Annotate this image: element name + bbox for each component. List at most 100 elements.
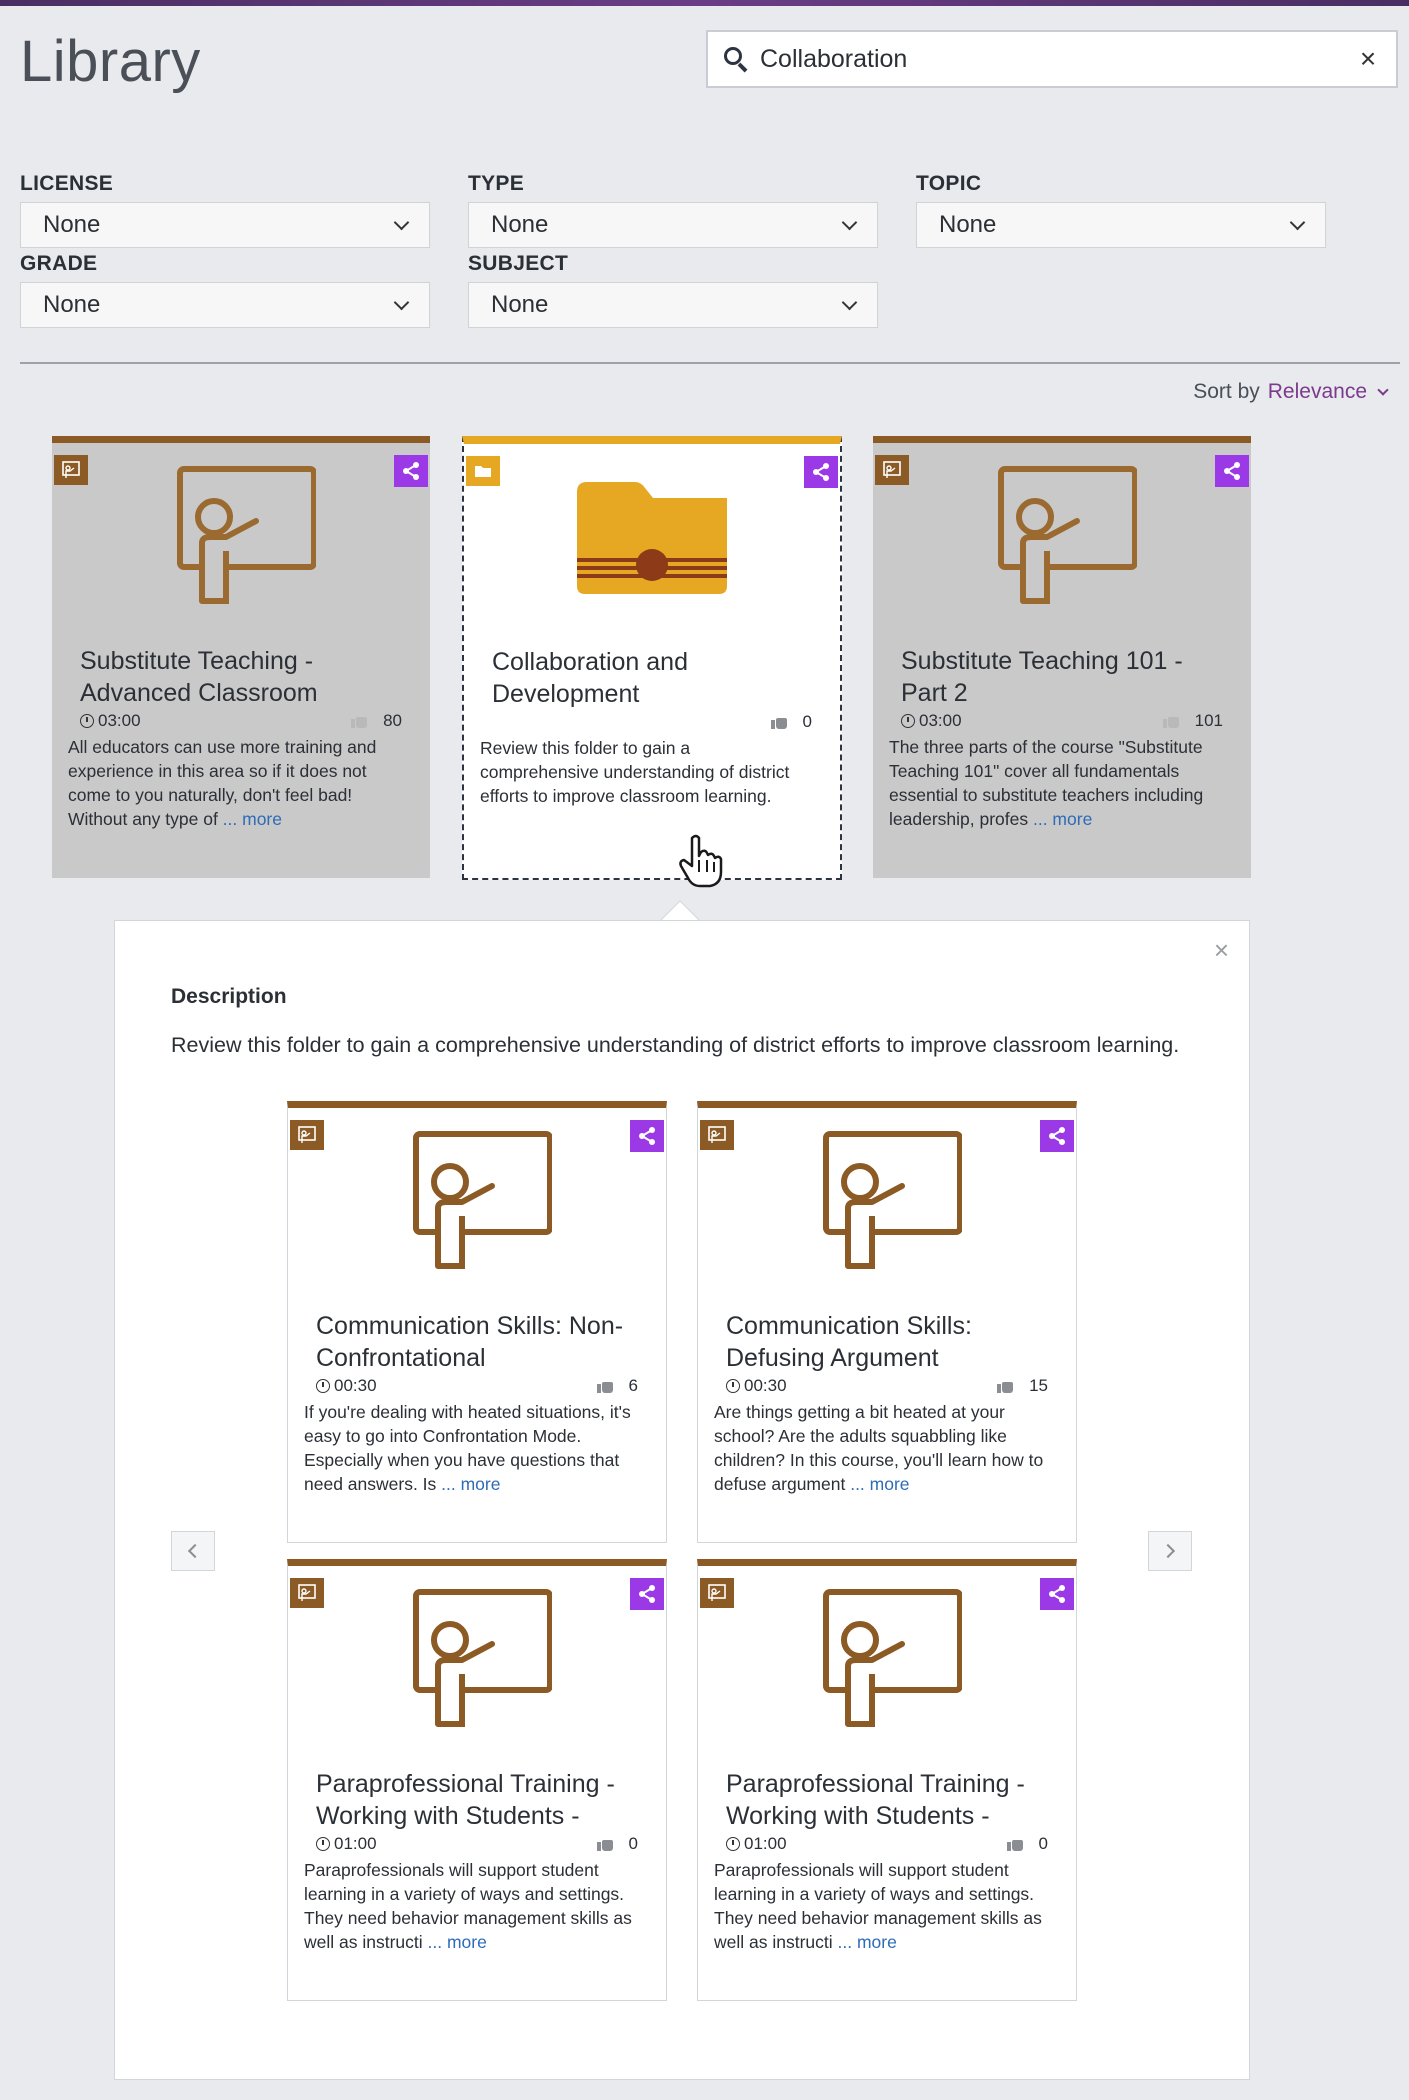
page-title: Library bbox=[20, 29, 201, 94]
folder-item-card[interactable]: Paraprofessional Training - Working with … bbox=[287, 1559, 667, 2001]
license-select[interactable]: None bbox=[20, 202, 430, 248]
likes: 0 bbox=[596, 1834, 638, 1854]
likes: 80 bbox=[351, 711, 402, 731]
result-card[interactable]: Substitute Teaching - Advanced Classroom … bbox=[52, 436, 430, 878]
desc-line: well as instructi ... more bbox=[304, 1930, 646, 1954]
carousel-next-button[interactable] bbox=[1148, 1531, 1192, 1571]
sort-value[interactable]: Relevance bbox=[1268, 380, 1367, 404]
title-line: Working with Students - bbox=[316, 1802, 580, 1830]
duration-value: 03:00 bbox=[98, 711, 141, 730]
desc-line: Paraprofessionals will support student bbox=[304, 1860, 599, 1880]
result-card-selected[interactable]: Collaboration and Development 0 Review th… bbox=[462, 436, 842, 880]
folder-item-card[interactable]: Communication Skills: Defusing Argument 0… bbox=[697, 1101, 1077, 1543]
desc-line: Without any type of ... more bbox=[68, 807, 410, 831]
chevron-down-icon bbox=[393, 294, 410, 310]
desc-line: essential to substitute teachers includi… bbox=[889, 785, 1204, 805]
type-select[interactable]: None bbox=[468, 202, 878, 248]
filter-subject: SUBJECT None bbox=[468, 252, 878, 328]
share-icon[interactable] bbox=[630, 1578, 664, 1610]
more-link[interactable]: ... more bbox=[838, 1932, 897, 1952]
duration-value: 01:00 bbox=[334, 1834, 377, 1853]
teacher-icon bbox=[823, 1131, 962, 1269]
desc-line: They need behavior management skills as bbox=[714, 1908, 1042, 1928]
desc-line: If you're dealing with heated situations… bbox=[304, 1402, 631, 1422]
top-accent-bar bbox=[0, 0, 1409, 6]
desc-line: Teaching 101" cover all fundamentals bbox=[889, 761, 1180, 781]
card-title: Communication Skills: Defusing Argument bbox=[726, 1310, 1048, 1374]
title-line: Part 2 bbox=[901, 679, 968, 707]
folder-type-icon bbox=[466, 456, 500, 486]
teacher-icon bbox=[823, 1589, 962, 1727]
likes: 15 bbox=[997, 1376, 1048, 1396]
desc-text: well as instructi bbox=[714, 1932, 838, 1952]
card-description: All educators can use more training and … bbox=[68, 735, 410, 831]
topic-select[interactable]: None bbox=[916, 202, 1326, 248]
duration-value: 01:00 bbox=[744, 1834, 787, 1853]
share-icon[interactable] bbox=[1040, 1120, 1074, 1152]
thumbs-up-icon[interactable] bbox=[997, 1379, 1014, 1393]
card-title: Substitute Teaching 101 - Part 2 bbox=[901, 645, 1223, 709]
filter-label: SUBJECT bbox=[468, 252, 569, 275]
share-icon[interactable] bbox=[1215, 455, 1249, 487]
result-card[interactable]: Substitute Teaching 101 - Part 2 03:00 10… bbox=[873, 436, 1251, 878]
folder-item-card[interactable]: Paraprofessional Training - Working with … bbox=[697, 1559, 1077, 2001]
more-link[interactable]: ... more bbox=[428, 1932, 487, 1952]
desc-line: need answers. Is ... more bbox=[304, 1472, 646, 1496]
title-line: Paraprofessional Training - bbox=[316, 1770, 615, 1798]
close-icon[interactable]: × bbox=[1214, 935, 1229, 966]
grade-select[interactable]: None bbox=[20, 282, 430, 328]
card-description: If you're dealing with heated situations… bbox=[304, 1400, 646, 1496]
likes-count: 0 bbox=[802, 712, 812, 731]
title-line: Communication Skills: bbox=[726, 1312, 972, 1340]
thumbs-up-icon[interactable] bbox=[1162, 714, 1179, 728]
more-link[interactable]: ... more bbox=[223, 809, 282, 829]
thumbs-up-icon[interactable] bbox=[351, 714, 368, 728]
thumbs-up-icon[interactable] bbox=[770, 715, 787, 729]
more-link[interactable]: ... more bbox=[850, 1474, 909, 1494]
likes-count: 101 bbox=[1194, 711, 1223, 730]
likes-count: 80 bbox=[383, 711, 402, 730]
filters: LICENSE None TYPE None TOPIC None GRADE … bbox=[20, 172, 1400, 332]
teacher-icon bbox=[177, 466, 316, 604]
desc-line: leadership, profes ... more bbox=[889, 807, 1231, 831]
divider bbox=[20, 362, 1400, 364]
folder-item-card[interactable]: Communication Skills: Non- Confrontationa… bbox=[287, 1101, 667, 1543]
desc-line: Are things getting a bit heated at your bbox=[714, 1402, 1005, 1422]
title-line: Collaboration and bbox=[492, 648, 688, 676]
share-icon[interactable] bbox=[394, 455, 428, 487]
sort-control[interactable]: Sort by Relevance bbox=[1193, 380, 1389, 404]
search-input[interactable] bbox=[760, 44, 1354, 74]
subject-select[interactable]: None bbox=[468, 282, 878, 328]
desc-line: Review this folder to gain a bbox=[480, 738, 691, 758]
share-icon[interactable] bbox=[630, 1120, 664, 1152]
clear-icon[interactable]: × bbox=[1354, 43, 1382, 75]
select-value: None bbox=[43, 291, 101, 318]
more-link[interactable]: ... more bbox=[1033, 809, 1092, 829]
sort-label: Sort by bbox=[1193, 380, 1260, 403]
clock-icon bbox=[726, 1837, 740, 1851]
thumbs-up-icon[interactable] bbox=[596, 1379, 613, 1393]
share-icon[interactable] bbox=[1040, 1578, 1074, 1610]
more-link[interactable]: ... more bbox=[441, 1474, 500, 1494]
duration: 00:30 bbox=[316, 1376, 377, 1396]
desc-text: Without any type of bbox=[68, 809, 223, 829]
title-line: Paraprofessional Training - bbox=[726, 1770, 1025, 1798]
clock-icon bbox=[901, 714, 915, 728]
share-icon[interactable] bbox=[804, 456, 838, 488]
duration-value: 00:30 bbox=[334, 1376, 377, 1395]
desc-line: well as instructi ... more bbox=[714, 1930, 1056, 1954]
chevron-down-icon bbox=[1377, 383, 1389, 396]
carousel-prev-button[interactable] bbox=[171, 1531, 215, 1571]
likes: 6 bbox=[596, 1376, 638, 1396]
thumbs-up-icon[interactable] bbox=[596, 1837, 613, 1851]
card-title: Paraprofessional Training - Working with … bbox=[316, 1768, 638, 1832]
filter-label: GRADE bbox=[20, 252, 98, 275]
title-line: Confrontational bbox=[316, 1344, 486, 1372]
course-type-icon bbox=[54, 455, 88, 485]
search-box[interactable]: × bbox=[706, 30, 1398, 88]
likes-count: 0 bbox=[1038, 1834, 1048, 1853]
card-title: Collaboration and Development bbox=[492, 646, 812, 710]
card-meta: 00:30 15 bbox=[726, 1376, 1048, 1396]
thumbs-up-icon[interactable] bbox=[1006, 1837, 1023, 1851]
desc-line: come to you naturally, don't feel bad! bbox=[68, 785, 353, 805]
